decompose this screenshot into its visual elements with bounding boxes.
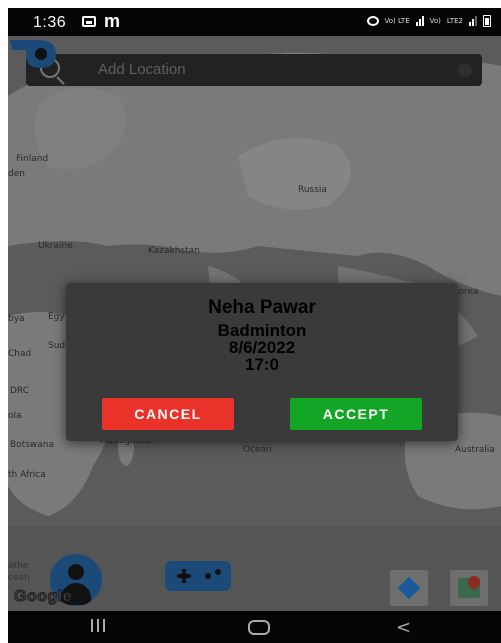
map-label-ocean-2: cean [8, 573, 30, 583]
map-view[interactable]: Finland den Russia Ukraine Kazakhstan Ko… [8, 36, 501, 611]
phone-screen: 1:36 m Vo) LTE Vo) LTE2 Finland den Russ… [8, 8, 501, 643]
status-bar: 1:36 m Vo) LTE Vo) LTE2 [8, 8, 501, 36]
search-input[interactable]: Add Location [98, 61, 186, 78]
controller-button-b [215, 569, 221, 575]
signal-icon [415, 16, 424, 26]
map-label-south-africa: th Africa [8, 470, 46, 480]
controller-button-a [205, 573, 211, 579]
map-label-australia: Australia [455, 445, 495, 455]
map-label-angola: ola [8, 411, 22, 421]
directions-button[interactable] [390, 570, 428, 606]
map-label-drc: DRC [10, 386, 30, 396]
status-time: 1:36 [33, 14, 67, 31]
dialog-time: 17:0 [244, 355, 280, 374]
location-icon[interactable] [458, 63, 472, 77]
system-icons: Vo) LTE Vo) LTE2 [366, 15, 491, 27]
dialog-sport: Badminton [217, 321, 307, 340]
google-logo: Google [13, 588, 73, 606]
map-label-sweden: den [8, 169, 25, 179]
map-label-sudan: Sud [48, 341, 66, 351]
network-label-1: Vo) LTE [384, 17, 410, 25]
accept-button[interactable]: ACCEPT [290, 398, 422, 430]
invite-dialog: Neha Pawar Badminton 8/6/2022 17:0 CANCE… [66, 283, 458, 441]
network-label-3: Vo) [429, 17, 441, 25]
map-label-chad: Chad [8, 349, 32, 359]
whistle-icon[interactable] [8, 36, 60, 70]
map-label-russia: Russia [298, 185, 327, 195]
navigation-bar: < [8, 611, 501, 643]
controller-dpad-v [182, 569, 186, 583]
dialog-date: 8/6/2022 [228, 338, 296, 357]
profile-head [68, 564, 84, 580]
search-bar[interactable]: Add Location [26, 54, 482, 86]
game-controller-icon[interactable] [165, 561, 231, 591]
map-label-finland: Finland [16, 154, 49, 164]
network-label-4: LTE2 [446, 17, 463, 25]
signal-icon-2 [469, 16, 477, 26]
battery-icon [483, 15, 491, 27]
map-label-ocean: Ocean [243, 445, 272, 455]
dialog-player-name: Neha Pawar [208, 297, 316, 318]
map-label-southern: athe [8, 561, 29, 571]
map-label-botswana: Botswana [10, 440, 54, 450]
home-icon[interactable] [248, 620, 270, 635]
cancel-button[interactable]: CANCEL [102, 398, 234, 430]
map-label-libya: bya [8, 314, 25, 324]
map-label-kazakhstan: Kazakhstan [148, 246, 200, 256]
map-label-egypt: Egy [48, 312, 65, 322]
notification-icons: m [82, 11, 121, 31]
map-label-ukraine: Ukraine [38, 241, 73, 251]
directions-icon [397, 576, 421, 600]
alarm-icon [366, 16, 379, 26]
gallery-icon [82, 16, 96, 27]
open-maps-button[interactable] [450, 570, 488, 606]
recents-icon[interactable] [91, 619, 105, 632]
m-icon: m [104, 11, 121, 31]
back-icon[interactable]: < [396, 617, 411, 638]
